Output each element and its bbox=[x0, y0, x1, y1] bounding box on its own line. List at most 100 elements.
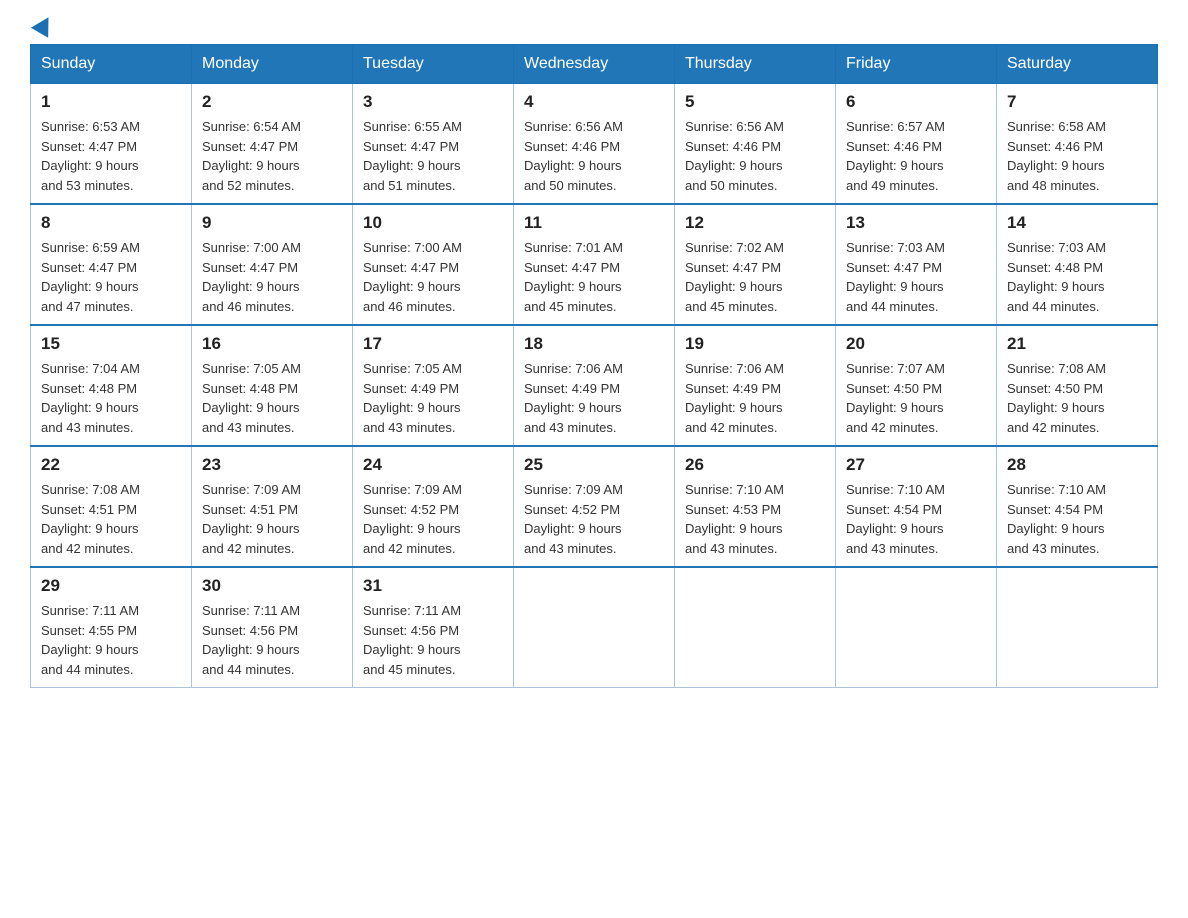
day-number: 23 bbox=[202, 455, 342, 475]
calendar-cell: 14 Sunrise: 7:03 AMSunset: 4:48 PMDaylig… bbox=[997, 204, 1158, 325]
weekday-header-tuesday: Tuesday bbox=[353, 45, 514, 84]
day-info: Sunrise: 7:09 AMSunset: 4:52 PMDaylight:… bbox=[363, 480, 503, 558]
day-info: Sunrise: 6:56 AMSunset: 4:46 PMDaylight:… bbox=[685, 117, 825, 195]
calendar-cell: 8 Sunrise: 6:59 AMSunset: 4:47 PMDayligh… bbox=[31, 204, 192, 325]
day-number: 25 bbox=[524, 455, 664, 475]
calendar-cell: 10 Sunrise: 7:00 AMSunset: 4:47 PMDaylig… bbox=[353, 204, 514, 325]
day-number: 24 bbox=[363, 455, 503, 475]
calendar-cell bbox=[675, 567, 836, 688]
day-number: 28 bbox=[1007, 455, 1147, 475]
day-info: Sunrise: 7:05 AMSunset: 4:49 PMDaylight:… bbox=[363, 359, 503, 437]
day-info: Sunrise: 7:08 AMSunset: 4:50 PMDaylight:… bbox=[1007, 359, 1147, 437]
day-number: 27 bbox=[846, 455, 986, 475]
weekday-header-thursday: Thursday bbox=[675, 45, 836, 84]
calendar-cell: 23 Sunrise: 7:09 AMSunset: 4:51 PMDaylig… bbox=[192, 446, 353, 567]
day-number: 16 bbox=[202, 334, 342, 354]
day-info: Sunrise: 7:10 AMSunset: 4:53 PMDaylight:… bbox=[685, 480, 825, 558]
day-info: Sunrise: 6:53 AMSunset: 4:47 PMDaylight:… bbox=[41, 117, 181, 195]
day-number: 8 bbox=[41, 213, 181, 233]
calendar-cell: 15 Sunrise: 7:04 AMSunset: 4:48 PMDaylig… bbox=[31, 325, 192, 446]
day-info: Sunrise: 7:10 AMSunset: 4:54 PMDaylight:… bbox=[846, 480, 986, 558]
day-info: Sunrise: 6:57 AMSunset: 4:46 PMDaylight:… bbox=[846, 117, 986, 195]
calendar-cell: 2 Sunrise: 6:54 AMSunset: 4:47 PMDayligh… bbox=[192, 84, 353, 205]
day-info: Sunrise: 6:54 AMSunset: 4:47 PMDaylight:… bbox=[202, 117, 342, 195]
day-number: 17 bbox=[363, 334, 503, 354]
calendar-cell: 28 Sunrise: 7:10 AMSunset: 4:54 PMDaylig… bbox=[997, 446, 1158, 567]
day-info: Sunrise: 6:55 AMSunset: 4:47 PMDaylight:… bbox=[363, 117, 503, 195]
day-number: 29 bbox=[41, 576, 181, 596]
day-number: 14 bbox=[1007, 213, 1147, 233]
day-info: Sunrise: 7:02 AMSunset: 4:47 PMDaylight:… bbox=[685, 238, 825, 316]
day-number: 19 bbox=[685, 334, 825, 354]
day-info: Sunrise: 6:58 AMSunset: 4:46 PMDaylight:… bbox=[1007, 117, 1147, 195]
day-number: 3 bbox=[363, 92, 503, 112]
day-info: Sunrise: 6:56 AMSunset: 4:46 PMDaylight:… bbox=[524, 117, 664, 195]
calendar-cell bbox=[514, 567, 675, 688]
page-header bbox=[30, 20, 1158, 34]
day-number: 30 bbox=[202, 576, 342, 596]
day-info: Sunrise: 7:00 AMSunset: 4:47 PMDaylight:… bbox=[363, 238, 503, 316]
calendar-cell: 1 Sunrise: 6:53 AMSunset: 4:47 PMDayligh… bbox=[31, 84, 192, 205]
calendar-cell: 27 Sunrise: 7:10 AMSunset: 4:54 PMDaylig… bbox=[836, 446, 997, 567]
day-number: 22 bbox=[41, 455, 181, 475]
day-info: Sunrise: 7:01 AMSunset: 4:47 PMDaylight:… bbox=[524, 238, 664, 316]
logo-triangle-icon bbox=[31, 12, 57, 38]
day-info: Sunrise: 7:11 AMSunset: 4:56 PMDaylight:… bbox=[202, 601, 342, 679]
weekday-header-sunday: Sunday bbox=[31, 45, 192, 84]
calendar-cell: 5 Sunrise: 6:56 AMSunset: 4:46 PMDayligh… bbox=[675, 84, 836, 205]
calendar-header: SundayMondayTuesdayWednesdayThursdayFrid… bbox=[31, 45, 1158, 84]
calendar-week-row: 8 Sunrise: 6:59 AMSunset: 4:47 PMDayligh… bbox=[31, 204, 1158, 325]
day-info: Sunrise: 7:05 AMSunset: 4:48 PMDaylight:… bbox=[202, 359, 342, 437]
day-info: Sunrise: 7:03 AMSunset: 4:48 PMDaylight:… bbox=[1007, 238, 1147, 316]
calendar-cell: 4 Sunrise: 6:56 AMSunset: 4:46 PMDayligh… bbox=[514, 84, 675, 205]
day-number: 4 bbox=[524, 92, 664, 112]
calendar-cell: 21 Sunrise: 7:08 AMSunset: 4:50 PMDaylig… bbox=[997, 325, 1158, 446]
day-number: 13 bbox=[846, 213, 986, 233]
day-info: Sunrise: 7:00 AMSunset: 4:47 PMDaylight:… bbox=[202, 238, 342, 316]
calendar-cell: 29 Sunrise: 7:11 AMSunset: 4:55 PMDaylig… bbox=[31, 567, 192, 688]
calendar-cell: 17 Sunrise: 7:05 AMSunset: 4:49 PMDaylig… bbox=[353, 325, 514, 446]
day-info: Sunrise: 7:11 AMSunset: 4:56 PMDaylight:… bbox=[363, 601, 503, 679]
calendar-cell bbox=[997, 567, 1158, 688]
day-number: 15 bbox=[41, 334, 181, 354]
day-number: 9 bbox=[202, 213, 342, 233]
day-info: Sunrise: 7:09 AMSunset: 4:52 PMDaylight:… bbox=[524, 480, 664, 558]
day-number: 12 bbox=[685, 213, 825, 233]
day-number: 2 bbox=[202, 92, 342, 112]
calendar-cell: 13 Sunrise: 7:03 AMSunset: 4:47 PMDaylig… bbox=[836, 204, 997, 325]
weekday-header-saturday: Saturday bbox=[997, 45, 1158, 84]
calendar-cell: 24 Sunrise: 7:09 AMSunset: 4:52 PMDaylig… bbox=[353, 446, 514, 567]
weekday-header-monday: Monday bbox=[192, 45, 353, 84]
calendar-week-row: 22 Sunrise: 7:08 AMSunset: 4:51 PMDaylig… bbox=[31, 446, 1158, 567]
weekday-header-friday: Friday bbox=[836, 45, 997, 84]
day-number: 5 bbox=[685, 92, 825, 112]
calendar-cell: 19 Sunrise: 7:06 AMSunset: 4:49 PMDaylig… bbox=[675, 325, 836, 446]
calendar-cell: 11 Sunrise: 7:01 AMSunset: 4:47 PMDaylig… bbox=[514, 204, 675, 325]
calendar-body: 1 Sunrise: 6:53 AMSunset: 4:47 PMDayligh… bbox=[31, 84, 1158, 688]
day-info: Sunrise: 7:10 AMSunset: 4:54 PMDaylight:… bbox=[1007, 480, 1147, 558]
calendar-cell: 7 Sunrise: 6:58 AMSunset: 4:46 PMDayligh… bbox=[997, 84, 1158, 205]
calendar-cell: 12 Sunrise: 7:02 AMSunset: 4:47 PMDaylig… bbox=[675, 204, 836, 325]
calendar-table: SundayMondayTuesdayWednesdayThursdayFrid… bbox=[30, 44, 1158, 688]
day-info: Sunrise: 7:06 AMSunset: 4:49 PMDaylight:… bbox=[685, 359, 825, 437]
calendar-cell: 31 Sunrise: 7:11 AMSunset: 4:56 PMDaylig… bbox=[353, 567, 514, 688]
day-info: Sunrise: 7:11 AMSunset: 4:55 PMDaylight:… bbox=[41, 601, 181, 679]
calendar-cell: 25 Sunrise: 7:09 AMSunset: 4:52 PMDaylig… bbox=[514, 446, 675, 567]
calendar-cell: 6 Sunrise: 6:57 AMSunset: 4:46 PMDayligh… bbox=[836, 84, 997, 205]
weekday-header-wednesday: Wednesday bbox=[514, 45, 675, 84]
calendar-cell: 18 Sunrise: 7:06 AMSunset: 4:49 PMDaylig… bbox=[514, 325, 675, 446]
day-number: 6 bbox=[846, 92, 986, 112]
calendar-cell: 30 Sunrise: 7:11 AMSunset: 4:56 PMDaylig… bbox=[192, 567, 353, 688]
weekday-header-row: SundayMondayTuesdayWednesdayThursdayFrid… bbox=[31, 45, 1158, 84]
day-number: 10 bbox=[363, 213, 503, 233]
day-info: Sunrise: 6:59 AMSunset: 4:47 PMDaylight:… bbox=[41, 238, 181, 316]
calendar-cell: 22 Sunrise: 7:08 AMSunset: 4:51 PMDaylig… bbox=[31, 446, 192, 567]
day-info: Sunrise: 7:08 AMSunset: 4:51 PMDaylight:… bbox=[41, 480, 181, 558]
calendar-cell: 20 Sunrise: 7:07 AMSunset: 4:50 PMDaylig… bbox=[836, 325, 997, 446]
calendar-cell: 3 Sunrise: 6:55 AMSunset: 4:47 PMDayligh… bbox=[353, 84, 514, 205]
logo bbox=[30, 20, 54, 34]
calendar-cell bbox=[836, 567, 997, 688]
calendar-week-row: 29 Sunrise: 7:11 AMSunset: 4:55 PMDaylig… bbox=[31, 567, 1158, 688]
calendar-week-row: 1 Sunrise: 6:53 AMSunset: 4:47 PMDayligh… bbox=[31, 84, 1158, 205]
day-number: 31 bbox=[363, 576, 503, 596]
